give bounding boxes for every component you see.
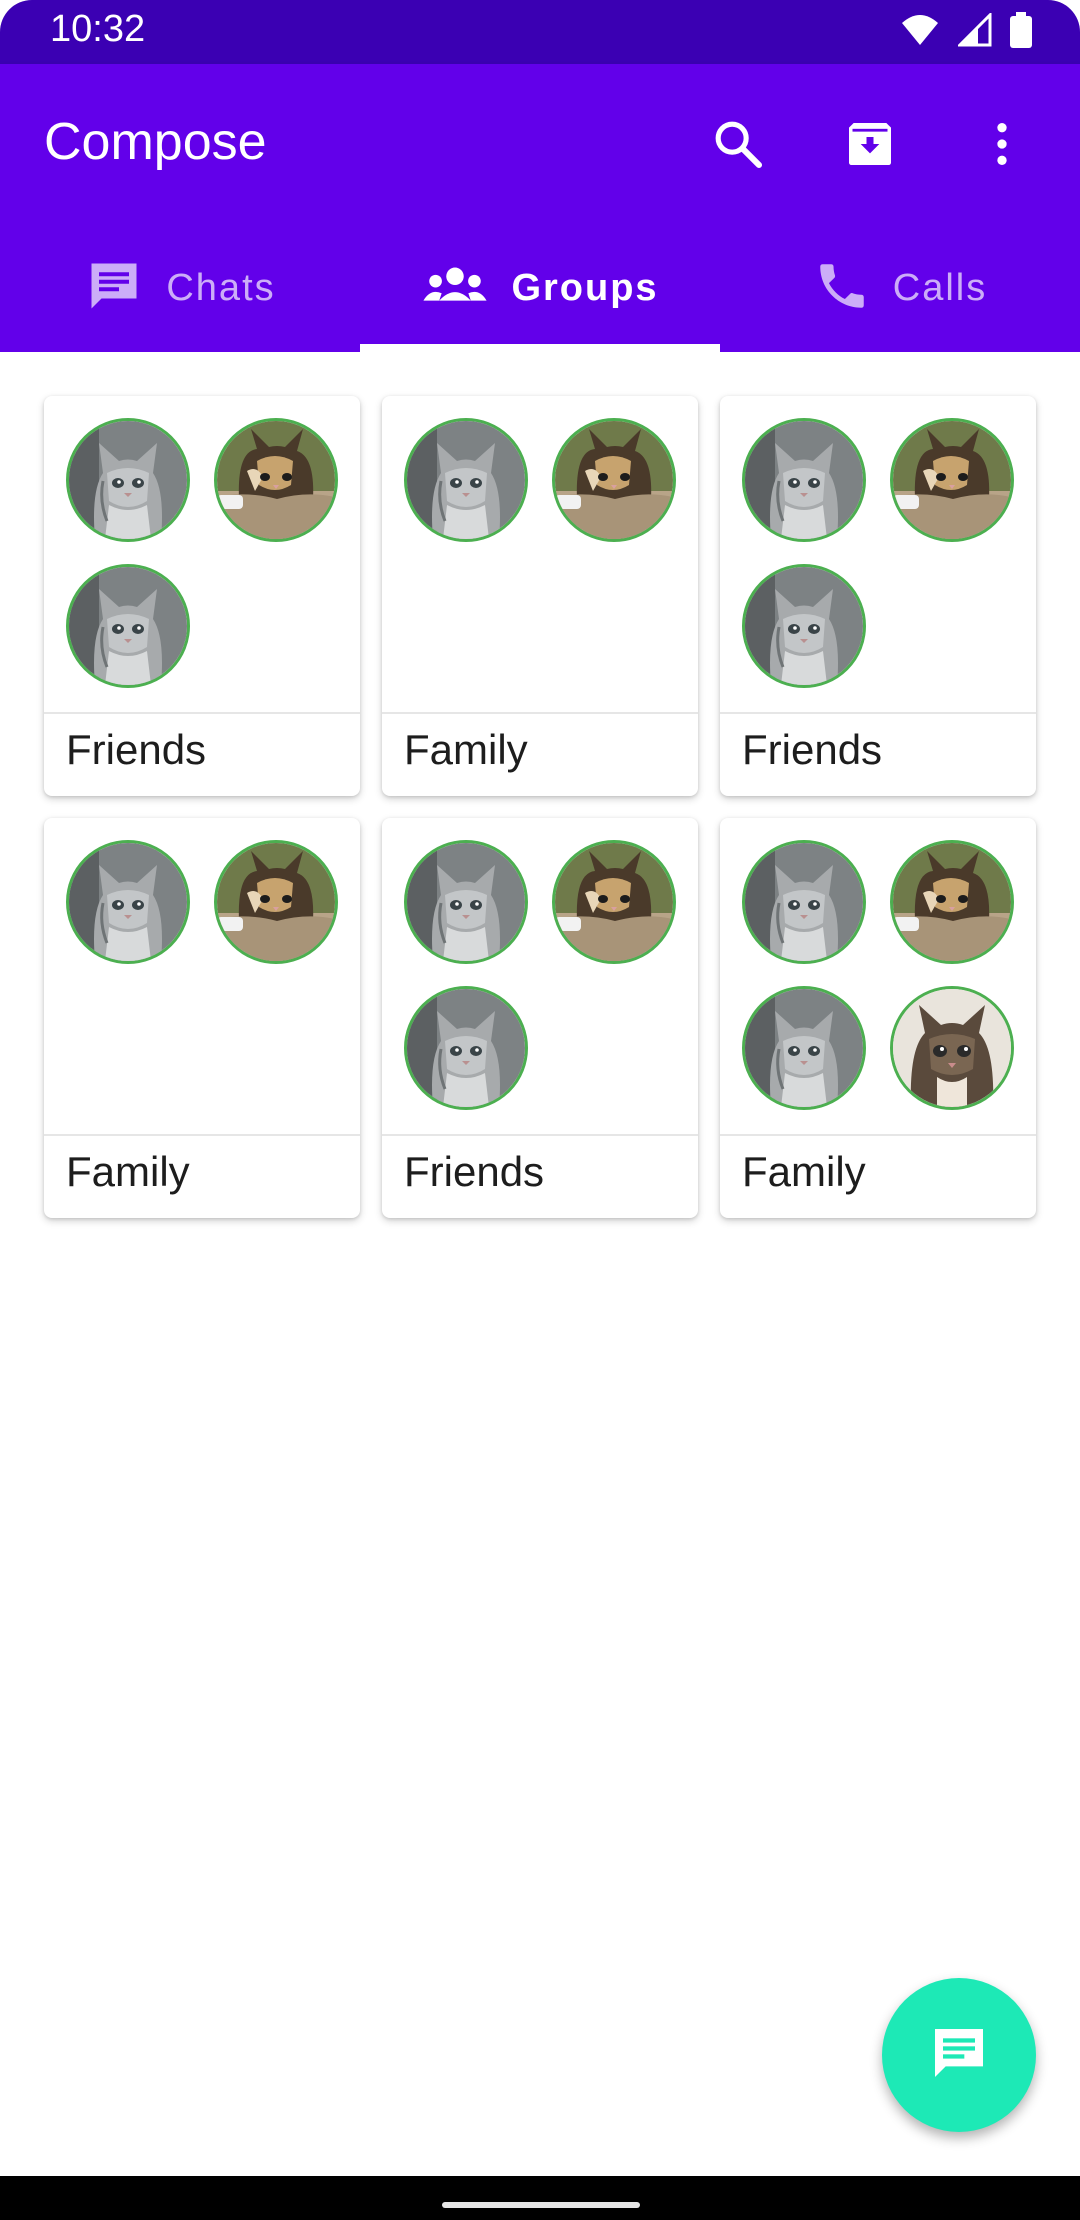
group-name: Friends [404, 1148, 545, 1195]
new-message-fab[interactable] [882, 1978, 1036, 2132]
group-avatars [66, 418, 338, 688]
group-card[interactable]: Family [382, 396, 698, 796]
card-divider [44, 712, 360, 714]
group-name: Friends [742, 726, 883, 773]
group-card[interactable]: Friends [44, 396, 360, 796]
card-divider [720, 712, 1036, 714]
avatar-grey-kitten [66, 564, 190, 688]
avatar-calico-kitten [552, 418, 676, 542]
avatar-calico-kitten [214, 840, 338, 964]
status-icons [900, 11, 1032, 52]
avatar-grey-kitten [404, 840, 528, 964]
signal-icon [956, 11, 992, 51]
card-divider [44, 1134, 360, 1136]
avatar-grey-kitten [404, 986, 528, 1110]
tab-label: Groups [511, 266, 659, 309]
group-name: Family [742, 1148, 866, 1195]
group-avatars [742, 418, 1014, 688]
avatar-tabby-kitten [890, 986, 1014, 1110]
group-avatars [404, 840, 676, 1110]
card-divider [382, 1134, 698, 1136]
card-divider [720, 1134, 1036, 1136]
tab-groups[interactable]: Groups [360, 224, 720, 352]
battery-icon [1010, 12, 1032, 52]
avatar-calico-kitten [890, 418, 1014, 542]
group-card[interactable]: Family [44, 818, 360, 1218]
status-bar: 10:32 [0, 0, 1080, 64]
avatar-grey-kitten [66, 418, 190, 542]
group-name: Family [404, 726, 528, 773]
avatar-grey-kitten [404, 418, 528, 542]
tab-label: Chats [166, 266, 276, 309]
avatar-grey-kitten [742, 564, 866, 688]
more-vert-icon[interactable] [970, 112, 1034, 176]
tab-label: Calls [892, 266, 988, 309]
group-name: Family [66, 1148, 190, 1195]
phone-icon [813, 257, 871, 319]
avatar-grey-kitten [742, 840, 866, 964]
groups-icon [421, 256, 489, 320]
group-avatars [66, 840, 338, 964]
selected-tab-indicator [360, 344, 720, 352]
tab-bar: Chats Groups Calls [0, 224, 1080, 352]
archive-icon[interactable] [838, 112, 902, 176]
app-title: Compose [44, 113, 267, 171]
group-card[interactable]: Family [720, 818, 1036, 1218]
group-avatars [404, 418, 676, 542]
avatar-calico-kitten [552, 840, 676, 964]
avatar-calico-kitten [890, 840, 1014, 964]
group-avatars [742, 840, 1014, 1110]
avatar-grey-kitten [742, 986, 866, 1110]
chat-icon [84, 256, 144, 320]
card-divider [382, 712, 698, 714]
group-card[interactable]: Friends [382, 818, 698, 1218]
status-time: 10:32 [50, 8, 146, 50]
groups-grid: Friends Family Friends Family Friends Family [44, 396, 1036, 1218]
wifi-icon [900, 13, 940, 51]
system-navigation-bar [0, 2176, 1080, 2220]
tab-chats[interactable]: Chats [0, 224, 360, 352]
avatar-calico-kitten [214, 418, 338, 542]
avatar-grey-kitten [66, 840, 190, 964]
group-name: Friends [66, 726, 207, 773]
group-card[interactable]: Friends [720, 396, 1036, 796]
message-icon [927, 2021, 991, 2089]
avatar-grey-kitten [742, 418, 866, 542]
tab-calls[interactable]: Calls [720, 224, 1080, 352]
app-bar: Compose [0, 64, 1080, 224]
home-gesture-handle[interactable] [442, 2202, 640, 2208]
search-icon[interactable] [706, 112, 770, 176]
